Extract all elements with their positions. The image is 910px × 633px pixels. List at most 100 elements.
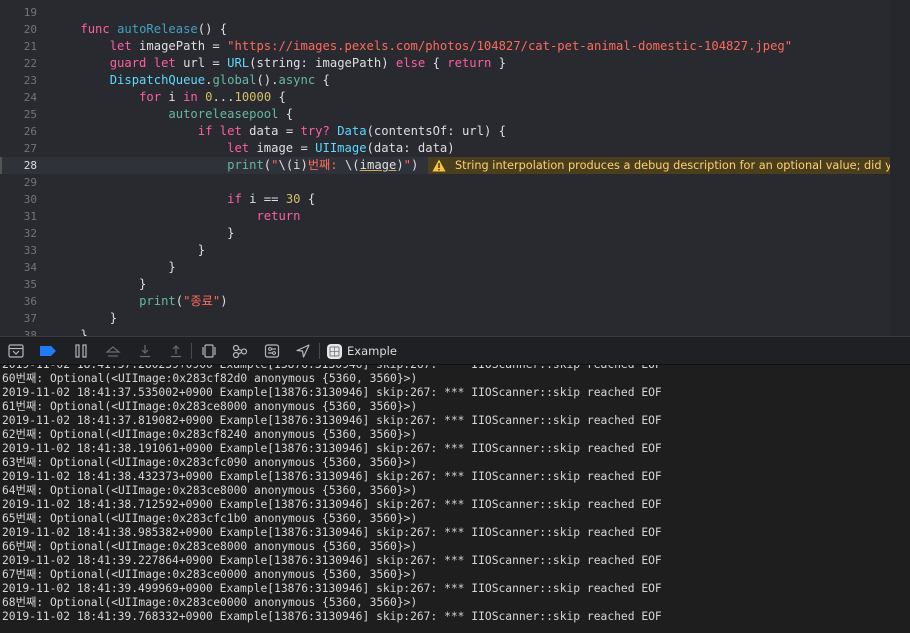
source-editor[interactable]: 38 } 37 } 36 print("종료") 35 } 34 } 33 } 32 } 31…: [0, 0, 890, 336]
line-number[interactable]: 20: [0, 21, 37, 38]
line-number[interactable]: 32: [0, 225, 37, 242]
code-token: for: [139, 90, 162, 104]
code-token: }: [51, 243, 206, 257]
code-text: let image = UIImage(data: data): [51, 140, 455, 157]
line-number[interactable]: 25: [0, 106, 37, 123]
code-token: (: [175, 294, 184, 308]
code-text: DispatchQueue.global().async {: [51, 72, 330, 89]
code-text: }: [51, 259, 175, 276]
code-token: in: [183, 90, 198, 104]
breakpoints-button[interactable]: [38, 342, 58, 359]
code-line[interactable]: 32 }: [0, 225, 890, 242]
console-output[interactable]: 2019-11-02 18:41:37.280239+0900 Example[…: [0, 365, 910, 633]
line-number[interactable]: 22: [0, 55, 37, 72]
code-line[interactable]: 33 }: [0, 242, 890, 259]
editor-scrollbar[interactable]: [890, 0, 910, 336]
code-token: }: [51, 226, 235, 240]
pause-icon: [75, 343, 87, 358]
code-line[interactable]: 21 let imagePath = "https://images.pexel…: [0, 38, 890, 55]
console-log-line: 2019-11-02 18:41:39.768332+0900 Example[…: [2, 610, 662, 623]
code-line[interactable]: 22 guard let url = URL(string: imagePath…: [0, 55, 890, 72]
environment-overrides-button[interactable]: [262, 342, 282, 359]
line-number[interactable]: 35: [0, 276, 37, 293]
console-log-line: 60번째: Optional(<UIImage:0x283cf82d0 anon…: [2, 372, 418, 385]
code-line[interactable]: 37 }: [0, 310, 890, 327]
simulate-location-button[interactable]: [293, 342, 313, 359]
step-out-icon: [171, 344, 181, 357]
line-number[interactable]: 29: [0, 174, 37, 191]
code-line[interactable]: 24 for i in 0...10000 {: [0, 89, 890, 106]
view-hierarchy-icon: [202, 343, 216, 358]
code-token: func: [80, 22, 110, 36]
code-line[interactable]: 20 func autoRelease() {: [0, 21, 890, 38]
line-number[interactable]: 36: [0, 293, 37, 310]
code-line[interactable]: 38 }: [0, 327, 890, 336]
code-line[interactable]: 34 }: [0, 259, 890, 276]
code-token: return: [256, 209, 301, 223]
line-number[interactable]: 30: [0, 191, 37, 208]
code-token: if: [197, 124, 213, 138]
code-token: Data: [337, 124, 367, 138]
code-line[interactable]: 30 if i == 30 {: [0, 191, 890, 208]
debug-bar: Example: [0, 336, 910, 365]
line-number[interactable]: 23: [0, 72, 37, 89]
current-line-marker: [0, 157, 2, 174]
line-number[interactable]: 31: [0, 208, 37, 225]
process-target[interactable]: Example: [327, 342, 397, 360]
step-out-button[interactable]: [166, 342, 186, 359]
view-hierarchy-button[interactable]: [199, 342, 219, 359]
code-text: print("종료"): [51, 293, 227, 310]
target-label: Example: [347, 344, 397, 358]
code-token: autoreleasepool: [168, 107, 279, 121]
line-number[interactable]: 19: [0, 4, 37, 21]
code-line[interactable]: 35 }: [0, 276, 890, 293]
code-token: }: [51, 311, 118, 325]
code-token: async: [278, 73, 316, 87]
code-token: if: [227, 192, 242, 206]
line-number[interactable]: 33: [0, 242, 37, 259]
inline-warning[interactable]: String interpolation produces a debug de…: [428, 157, 890, 174]
code-line[interactable]: 27 let image = UIImage(data: data): [0, 140, 890, 157]
code-text: autoreleasepool {: [51, 106, 293, 123]
line-number[interactable]: 27: [0, 140, 37, 157]
code-token: image: [359, 158, 397, 172]
memory-graph-button[interactable]: [230, 342, 250, 359]
hide-console-button[interactable]: [6, 342, 26, 359]
step-over-button[interactable]: [103, 342, 123, 359]
code-text: print("\(i)번째: \(image)"): [51, 157, 418, 174]
code-text: }: [51, 276, 146, 293]
line-number[interactable]: 34: [0, 259, 37, 276]
code-token: URL: [227, 56, 250, 70]
console-log-line: 2019-11-02 18:41:38.191061+0900 Example[…: [2, 442, 662, 455]
code-line[interactable]: 19: [0, 4, 890, 21]
console-log-line: 2019-11-02 18:41:37.819082+0900 Example[…: [2, 414, 662, 427]
line-number[interactable]: 26: [0, 123, 37, 140]
pause-button[interactable]: [71, 342, 91, 359]
code-line[interactable]: 23 DispatchQueue.global().async {: [0, 72, 890, 89]
console-log-line: 65번째: Optional(<UIImage:0x283cfc1b0 anon…: [2, 512, 418, 525]
code-line[interactable]: 29: [0, 174, 890, 191]
line-number[interactable]: 28: [0, 157, 37, 174]
line-number[interactable]: 24: [0, 89, 37, 106]
line-number[interactable]: 37: [0, 310, 37, 327]
code-token: ): [396, 158, 404, 172]
code-token: DispatchQueue: [109, 73, 206, 87]
app-icon: [327, 343, 342, 359]
step-into-button[interactable]: [135, 342, 155, 359]
code-line[interactable]: 25 autoreleasepool {: [0, 106, 890, 123]
code-line[interactable]: 26 if let data = try? Data(contentsOf: u…: [0, 123, 890, 140]
line-number[interactable]: 38: [0, 327, 37, 336]
code-token: ().: [256, 73, 279, 87]
line-number[interactable]: 21: [0, 38, 37, 55]
code-line[interactable]: 31 return: [0, 208, 890, 225]
code-line[interactable]: 36 print("종료"): [0, 293, 890, 310]
console-log-line: 2019-11-02 18:41:37.535002+0900 Example[…: [2, 386, 662, 399]
code-token: i ==: [241, 192, 286, 206]
